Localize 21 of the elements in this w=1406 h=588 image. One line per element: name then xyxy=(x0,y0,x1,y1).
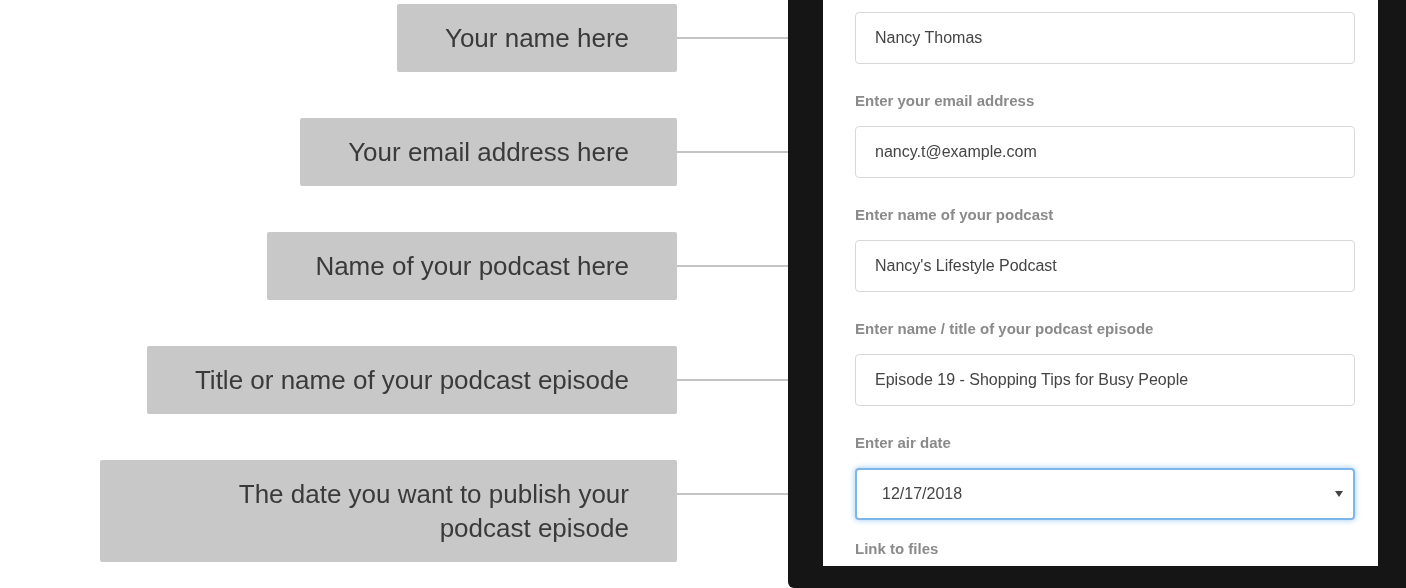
field-value: nancy.t@example.com xyxy=(874,142,1037,162)
input-field[interactable]: Episode 19 - Shopping Tips for Busy People xyxy=(855,354,1355,406)
field-value: Nancy's Lifestyle Podcast xyxy=(874,256,1057,276)
input-field[interactable]: Nancy Thomas xyxy=(855,12,1355,64)
field-label: Enter name / title of your podcast episode xyxy=(855,320,1155,338)
field-label: Link to files xyxy=(855,540,940,558)
date-dropdown[interactable]: 12/17/2018 xyxy=(855,468,1355,520)
input-field[interactable]: nancy.t@example.com xyxy=(855,126,1355,178)
callout-label: Your email address here xyxy=(300,118,677,186)
field-value: Episode 19 - Shopping Tips for Busy People xyxy=(874,370,1189,390)
callout-label: Your name here xyxy=(396,4,677,72)
field-label: Enter air date xyxy=(855,434,952,452)
input-field[interactable]: Nancy's Lifestyle Podcast xyxy=(855,240,1355,292)
field-value: 12/17/2018 xyxy=(881,484,963,504)
callout-label: Title or name of your podcast episode xyxy=(146,346,677,414)
callout-label: The date you want to publish your podcast episode xyxy=(100,460,677,562)
callout-label: Name of your podcast here xyxy=(267,232,677,300)
field-value: Nancy Thomas xyxy=(874,28,983,48)
field-label: Enter your email address xyxy=(855,92,1036,110)
caret-icon xyxy=(1335,491,1343,497)
field-label: Enter name of your podcast xyxy=(855,206,1055,224)
